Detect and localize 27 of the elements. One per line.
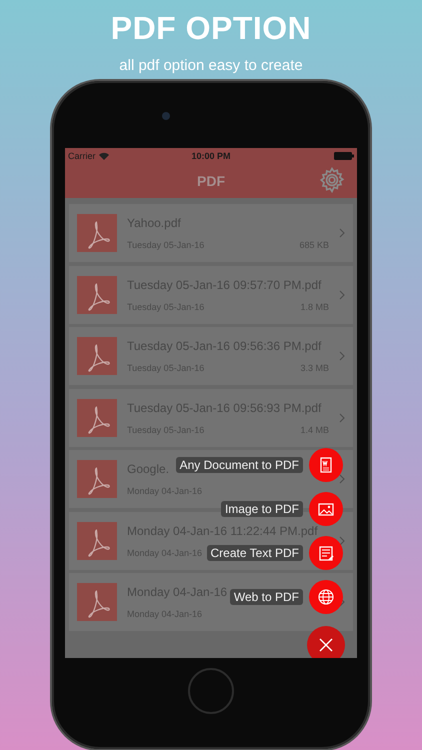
chevron-icon: [339, 536, 345, 546]
carrier-label: Carrier: [68, 150, 96, 160]
close-button[interactable]: [307, 626, 345, 658]
subtitle: all pdf option easy to create: [119, 57, 303, 75]
close-icon: [318, 637, 334, 653]
camera-icon: [162, 112, 170, 120]
action-label: Any Document to PDF: [176, 457, 303, 473]
pdf-file-icon: [77, 522, 117, 560]
chevron-icon: [339, 474, 345, 484]
pdf-file-icon: [77, 460, 117, 498]
wifi-icon: [98, 152, 109, 160]
chevron-icon: [339, 290, 345, 300]
battery-icon: [334, 152, 354, 160]
chevron-icon: [339, 228, 345, 238]
pdf-file-icon: [77, 214, 117, 252]
chevron-icon: [339, 412, 345, 422]
pdf-file-icon: [77, 276, 117, 314]
action-label: Image to PDF: [220, 501, 303, 517]
action-label: Web to PDF: [230, 589, 303, 605]
nav-title: PDF: [197, 172, 225, 188]
pdf-file-icon: [77, 337, 117, 375]
headline: PDF OPTION: [110, 10, 312, 46]
status-time: 10:00 PM: [191, 150, 231, 160]
pdf-file-icon: [77, 398, 117, 436]
action-label: Create Text PDF: [206, 545, 303, 561]
chevron-icon: [339, 351, 345, 361]
pdf-file-icon: [77, 583, 117, 621]
